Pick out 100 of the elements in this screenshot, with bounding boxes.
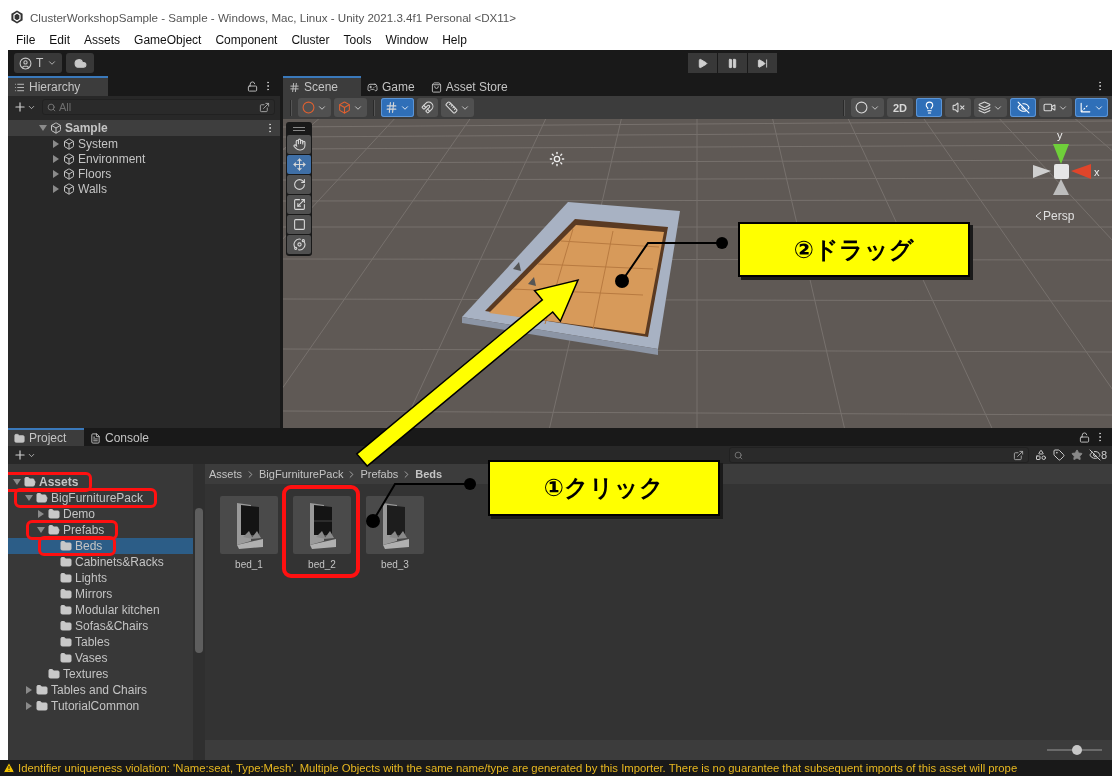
folder-item[interactable]: Vases	[75, 651, 108, 665]
toolbar-toggle[interactable]	[441, 98, 474, 117]
menu-item[interactable]: Component	[208, 31, 285, 49]
lock-icon[interactable]	[247, 80, 258, 92]
asset-name: bed_1	[235, 559, 263, 570]
hierarchy-item[interactable]: Sample	[65, 121, 108, 135]
hierarchy-item[interactable]: Floors	[78, 166, 112, 181]
folder-item[interactable]: Tables and Chairs	[51, 683, 148, 697]
folder-item[interactable]: Demo	[63, 507, 95, 521]
folder-item[interactable]: TutorialCommon	[51, 699, 140, 713]
search-field[interactable]	[728, 447, 1029, 463]
toolbar-toggle[interactable]	[945, 98, 971, 117]
folder-item[interactable]: Cabinets&Racks	[75, 555, 164, 569]
eye-off-icon[interactable]	[1088, 449, 1101, 461]
breadcrumb-item[interactable]: Assets	[208, 468, 243, 480]
menu-item[interactable]: Edit	[42, 31, 78, 49]
add-button[interactable]	[13, 448, 36, 462]
menu-item[interactable]: Cluster	[284, 31, 337, 49]
toolbar-toggle[interactable]	[298, 98, 331, 117]
slider-thumb[interactable]	[1072, 745, 1083, 755]
tool-button[interactable]	[287, 135, 311, 154]
breadcrumb-item[interactable]: BigFurniturePack	[258, 468, 345, 480]
game-object-icon	[63, 137, 75, 150]
expand-arrow-icon[interactable]	[37, 510, 45, 518]
caret-icon	[47, 58, 58, 68]
scene-tab[interactable]: Scene	[283, 76, 361, 96]
expand-arrow-icon[interactable]	[52, 139, 60, 148]
hierarchy-item[interactable]: Walls	[78, 181, 107, 196]
toolbar-toggle[interactable]	[417, 98, 438, 117]
expand-arrow-icon[interactable]	[25, 702, 33, 710]
prefab-thumbnail[interactable]	[293, 496, 351, 554]
menu-item[interactable]: Help	[435, 31, 474, 49]
menu-item[interactable]: Window	[378, 31, 436, 49]
folder-item[interactable]: Lights	[75, 571, 108, 585]
expand-arrow-icon[interactable]	[52, 169, 60, 178]
cloud-button[interactable]	[66, 53, 95, 73]
tool-button[interactable]	[287, 235, 311, 254]
toolbar-toggle[interactable]	[1010, 98, 1036, 117]
tag-icon[interactable]	[1052, 449, 1065, 461]
prefab-thumbnail[interactable]	[220, 496, 278, 554]
cloud-icon	[73, 56, 87, 70]
tool-button[interactable]	[287, 175, 311, 194]
shapes-icon[interactable]	[1034, 449, 1047, 461]
menu-item[interactable]: File	[9, 31, 43, 49]
folder-item[interactable]: Assets	[39, 475, 79, 489]
star-icon[interactable]	[1070, 449, 1083, 461]
search-field[interactable]: All	[42, 99, 275, 115]
account-button[interactable]: T	[14, 53, 63, 73]
toolbar-toggle[interactable]	[851, 98, 884, 117]
folder-item[interactable]: BigFurniturePack	[51, 491, 144, 505]
folder-item[interactable]: Prefabs	[63, 523, 105, 537]
rect-icon	[292, 218, 306, 231]
breadcrumb-item[interactable]: Prefabs	[359, 468, 400, 480]
add-button[interactable]	[13, 100, 36, 114]
tool-button[interactable]	[287, 155, 311, 174]
lock-icon[interactable]	[1079, 431, 1090, 443]
step-button[interactable]	[748, 53, 778, 73]
toolbar-toggle[interactable]	[1075, 98, 1108, 117]
expand-icon[interactable]	[1012, 449, 1024, 461]
project-tab[interactable]: Console	[84, 428, 160, 446]
expand-icon[interactable]	[259, 101, 270, 113]
expand-arrow-icon[interactable]	[37, 526, 45, 534]
scrollbar[interactable]	[193, 464, 205, 760]
folder-item[interactable]: Tables	[75, 635, 110, 649]
breadcrumb-item[interactable]: Beds	[414, 468, 444, 480]
expand-arrow-icon[interactable]	[52, 154, 60, 163]
prefab-thumbnail[interactable]	[366, 496, 424, 554]
folder-item[interactable]: Modular kitchen	[75, 603, 160, 617]
search-input[interactable]: All	[59, 101, 256, 113]
toolbar-toggle[interactable]	[916, 98, 942, 117]
pause-button[interactable]	[718, 53, 748, 73]
menu-item[interactable]: GameObject	[127, 31, 209, 49]
folder-item[interactable]: Sofas&Chairs	[75, 619, 149, 633]
hierarchy-item[interactable]: System	[78, 136, 118, 151]
play-button[interactable]	[688, 53, 718, 73]
view-mode-label[interactable]: Persp	[1043, 209, 1075, 223]
folder-item[interactable]: Mirrors	[75, 587, 113, 601]
tool-button[interactable]	[287, 195, 311, 214]
hierarchy-item[interactable]: Environment	[78, 151, 146, 166]
expand-arrow-icon[interactable]	[25, 494, 33, 502]
rotate-icon	[292, 178, 306, 191]
project-tab[interactable]: Project	[8, 428, 84, 446]
menu-item[interactable]: Tools	[336, 31, 379, 49]
menu-item[interactable]: Assets	[77, 31, 128, 49]
scene-tab[interactable]: Asset Store	[424, 76, 518, 96]
toolbar-toggle[interactable]	[974, 98, 1007, 117]
tool-button[interactable]	[287, 215, 311, 234]
toolbar-toggle[interactable]	[381, 98, 414, 117]
expand-arrow-icon[interactable]	[13, 478, 21, 486]
toolbar-toggle[interactable]	[334, 98, 367, 117]
hierarchy-tab[interactable]: Hierarchy	[8, 76, 108, 96]
folder-item[interactable]: Textures	[63, 667, 109, 681]
mode-2d-toggle[interactable]: 2D	[887, 98, 913, 117]
toolbar-toggle[interactable]	[1039, 98, 1072, 117]
expand-arrow-icon[interactable]	[52, 184, 60, 193]
folder-icon	[60, 588, 72, 600]
scene-tab[interactable]: Game	[361, 76, 425, 96]
folder-item[interactable]: Beds	[75, 539, 103, 553]
expand-arrow-icon[interactable]	[39, 124, 47, 132]
expand-arrow-icon[interactable]	[25, 686, 33, 694]
